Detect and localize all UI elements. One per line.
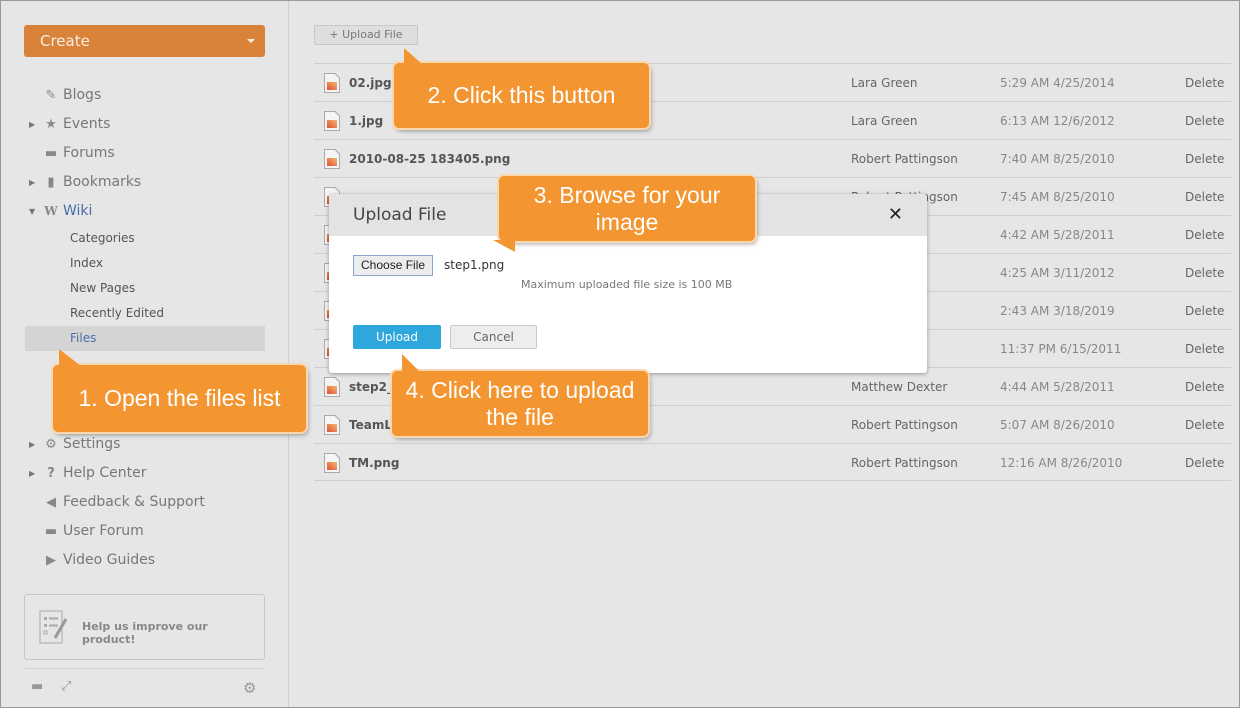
file-name[interactable]: TeamL [349,418,392,432]
megaphone-icon: ◀ [46,494,56,510]
chevron-down-icon [247,39,255,43]
file-date: 4:25 AM 3/11/2012 [1000,266,1115,280]
settings-gear-icon[interactable]: ⚙ [243,679,256,697]
sidebar-item-feedback[interactable]: ◀ Feedback & Support [29,491,205,513]
wiki-icon: W [44,204,58,218]
sidebar-item-events[interactable]: ▶ ★ Events [29,113,110,135]
delete-link[interactable]: Delete [1185,152,1224,166]
delete-link[interactable]: Delete [1185,342,1224,356]
file-name[interactable]: 2010-08-25 183405.png [349,152,510,166]
upload-button[interactable]: Upload [353,325,441,349]
sidebar: Create ✎ Blogs ▶ ★ Events ▬ Forums ▶ ▮ B… [1,1,289,707]
image-file-icon [324,453,340,473]
file-owner: Matthew Dexter [851,380,948,394]
sidebar-item-forums[interactable]: ▬ Forums [29,142,115,164]
comment-icon: ▬ [44,523,58,539]
image-file-icon [324,415,340,435]
callout-step-2: 2. Click this button [394,48,649,128]
delete-link[interactable]: Delete [1185,114,1224,128]
file-owner: Robert Pattingson [851,152,958,166]
sidebar-item-blogs[interactable]: ✎ Blogs [29,84,102,106]
sidebar-item-user-forum[interactable]: ▬ User Forum [29,520,144,542]
file-date: 5:07 AM 8/26/2010 [1000,418,1115,432]
expand-arrow-icon[interactable]: ▶ [29,469,41,478]
delete-link[interactable]: Delete [1185,190,1224,204]
file-owner: Robert Pattingson [851,418,958,432]
divider [25,668,265,669]
file-date: 6:13 AM 12/6/2012 [1000,114,1115,128]
delete-link[interactable]: Delete [1185,304,1224,318]
file-date: 2:43 AM 3/18/2019 [1000,304,1115,318]
create-button[interactable]: Create [24,25,265,57]
edit-icon: ✎ [45,87,57,103]
cancel-button[interactable]: Cancel [450,325,537,349]
callout-step-1: 1. Open the files list [53,349,306,432]
gear-icon: ⚙ [45,436,57,452]
dialog-title: Upload File [353,205,447,225]
wiki-sub-files[interactable]: Files [25,326,265,351]
pin-icon: ★ [45,116,57,132]
file-name[interactable]: 1.jpg [349,114,383,128]
callout-step-3: 3. Browse for your image [493,176,755,252]
image-file-icon [324,149,340,169]
upload-file-button[interactable]: + Upload File [314,25,418,45]
delete-link[interactable]: Delete [1185,76,1224,90]
delete-link[interactable]: Delete [1185,456,1224,470]
expand-arrow-icon[interactable]: ▶ [29,178,41,187]
delete-link[interactable]: Delete [1185,380,1224,394]
wiki-sub-recently-edited[interactable]: Recently Edited [70,306,164,320]
file-date: 11:37 PM 6/15/2011 [1000,342,1122,356]
wiki-sub-categories[interactable]: Categories [70,231,135,245]
chat-bubble-icon: ▬ [44,145,58,161]
sidebar-item-video-guides[interactable]: ▶ Video Guides [29,549,155,571]
callout-step-4: 4. Click here to upload the file [392,354,648,436]
file-date: 7:45 AM 8/25/2010 [1000,190,1115,204]
collapse-arrow-icon[interactable]: ▼ [29,207,41,216]
file-date: 5:29 AM 4/25/2014 [1000,76,1115,90]
question-icon: ? [47,465,55,481]
file-name[interactable]: TM.png [349,456,399,470]
file-date: 12:16 AM 8/26/2010 [1000,456,1123,470]
file-owner: Robert Pattingson [851,456,958,470]
file-owner: Lara Green [851,76,918,90]
file-date: 4:44 AM 5/28/2011 [1000,380,1115,394]
file-date: 7:40 AM 8/25/2010 [1000,152,1115,166]
file-owner: Lara Green [851,114,918,128]
sidebar-item-help-center[interactable]: ▶ ? Help Center [29,462,147,484]
chosen-file-name: step1.png [444,258,505,272]
wiki-sub-new-pages[interactable]: New Pages [70,281,135,295]
delete-link[interactable]: Delete [1185,266,1224,280]
create-label: Create [40,32,90,50]
delete-link[interactable]: Delete [1185,418,1224,432]
image-file-icon [324,73,340,93]
sidebar-item-settings[interactable]: ▶ ⚙ Settings [29,433,120,455]
image-file-icon [324,111,340,131]
file-name[interactable]: 02.jpg [349,76,392,90]
expand-arrow-icon[interactable]: ▶ [29,440,41,449]
image-file-icon [324,377,340,397]
feedback-prompt[interactable]: Help us improve our product! [24,594,265,660]
expand-arrow-icon[interactable]: ▶ [29,120,41,129]
close-icon[interactable]: ✕ [888,204,903,225]
file-name[interactable]: step2_ [349,380,393,394]
choose-file-button[interactable]: Choose File [353,255,434,276]
max-size-note: Maximum uploaded file size is 100 MB [521,278,733,291]
file-row: TM.png Robert Pattingson 12:16 AM 8/26/201… [314,443,1231,481]
wiki-sub-index[interactable]: Index [70,256,103,270]
survey-icon [39,610,68,644]
sidebar-item-wiki[interactable]: ▼ W Wiki [29,200,92,222]
file-row: 2010-08-25 183405.png Robert Pattingson 7:… [314,139,1231,177]
sidebar-item-bookmarks[interactable]: ▶ ▮ Bookmarks [29,171,141,193]
video-icon: ▶ [46,552,56,568]
bookmark-icon: ▮ [47,174,55,190]
file-date: 4:42 AM 5/28/2011 [1000,228,1115,242]
delete-link[interactable]: Delete [1185,228,1224,242]
chat-icon[interactable]: ▬ [31,679,43,694]
expand-icon[interactable]: ⤢ [61,679,71,694]
